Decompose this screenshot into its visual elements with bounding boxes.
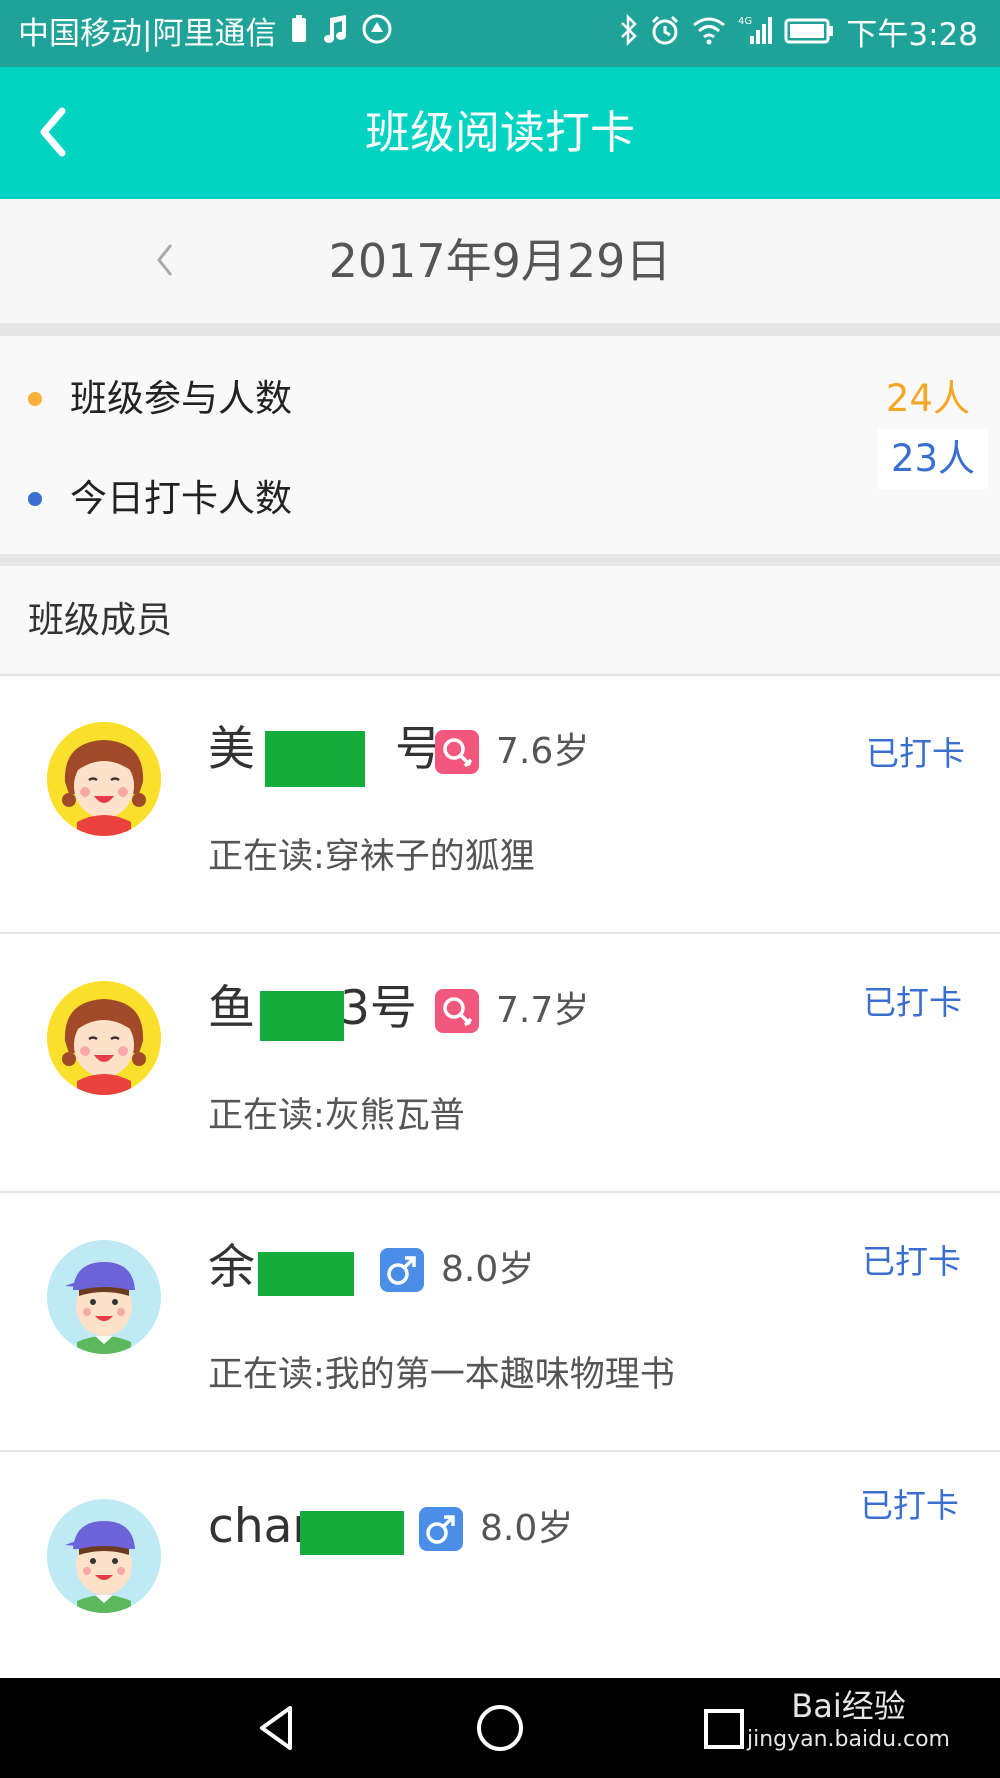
blue-dot-icon [28, 492, 42, 506]
status-bar: 中国移动|阿里通信 4G 下午3:28 [0, 0, 1000, 67]
member-age: 8.0岁 [480, 1508, 574, 1549]
baidu-jingyan-watermark: Bai经验 jingyan.baidu.com [747, 1686, 950, 1754]
nav-recents-button[interactable] [693, 1698, 753, 1758]
stat-label: 今日打卡人数 [70, 477, 292, 520]
divider [0, 554, 1000, 566]
redaction-block [265, 731, 365, 787]
nav-back-button[interactable] [248, 1698, 308, 1758]
boy-avatar-icon [47, 1240, 161, 1354]
nav-home-button[interactable] [470, 1698, 530, 1758]
alarm-icon [650, 14, 680, 56]
stat-value: 24人 [885, 377, 970, 420]
status-left: 中国移动|阿里通信 [18, 14, 392, 54]
square-recents-icon [704, 1709, 744, 1749]
status-right: 4G 下午3:28 [620, 13, 978, 56]
list-item[interactable]: 余 8.0岁 已打卡 正在读:我的第一本趣味物理书 [0, 1195, 1000, 1452]
watermark-url: jingyan.baidu.com [746, 1727, 950, 1752]
stat-row-checked-in: 今日打卡人数 23人 [0, 429, 1000, 536]
section-title: 班级成员 [28, 600, 173, 641]
svg-text:4G: 4G [738, 16, 752, 27]
list-item[interactable]: 美号 7.6岁 已打卡 正在读:穿袜子的狐狸 [0, 677, 1000, 934]
male-icon [419, 1507, 463, 1551]
member-name-suffix: 3号 [340, 981, 417, 1036]
reading-book: 正在读:我的第一本趣味物理书 [208, 1355, 675, 1395]
female-icon [435, 730, 479, 774]
checkin-status: 已打卡 [862, 1242, 961, 1281]
member-age: 8.0岁 [441, 1249, 535, 1290]
member-name: 余 [208, 1235, 255, 1301]
redaction-block [300, 1511, 404, 1555]
stat-label: 班级参与人数 [70, 377, 292, 420]
divider [0, 323, 1000, 336]
stat-row-participants: 班级参与人数 24人 [0, 336, 1000, 436]
member-age: 7.7岁 [496, 990, 590, 1031]
app-notification-icon [362, 14, 392, 54]
boy-avatar-icon [47, 1499, 161, 1613]
checkin-status: 已打卡 [866, 734, 965, 773]
checkin-status: 已打卡 [863, 983, 962, 1022]
female-icon [435, 989, 479, 1033]
list-item[interactable]: 鱼 3号 7.7岁 已打卡 正在读:灰熊瓦普 [0, 936, 1000, 1193]
triangle-back-icon [260, 1706, 292, 1750]
date-bar: 2017年9月29日 [0, 199, 1000, 323]
member-age: 7.6岁 [496, 731, 590, 772]
music-note-icon [322, 14, 348, 54]
girl-avatar-icon [47, 722, 161, 836]
app-header: 班级阅读打卡 [0, 67, 1000, 199]
status-time: 下午3:28 [846, 17, 978, 53]
redaction-block [260, 991, 344, 1041]
circle-home-icon [477, 1705, 523, 1751]
stat-value: 23人 [878, 429, 988, 489]
page-title: 班级阅读打卡 [364, 106, 635, 159]
carrier-label: 中国移动|阿里通信 [18, 16, 277, 52]
redaction-block [258, 1252, 354, 1296]
stats-panel: 班级参与人数 24人 今日打卡人数 23人 [0, 336, 1000, 554]
member-name-prefix: char [208, 1499, 312, 1554]
member-name-prefix: 鱼 [208, 981, 255, 1036]
male-icon [380, 1248, 424, 1292]
reading-book: 正在读:穿袜子的狐狸 [208, 837, 535, 877]
watermark-logo: Bai经验 [791, 1687, 906, 1725]
list-item[interactable]: char 8.0岁 已打卡 [0, 1454, 1000, 1678]
member-name-prefix: 余 [208, 1240, 255, 1295]
member-name-prefix: 美 [208, 722, 255, 777]
members-section-header: 班级成员 [0, 566, 1000, 676]
bluetooth-icon [620, 13, 638, 56]
battery-icon [784, 15, 834, 55]
checkin-status: 已打卡 [860, 1486, 959, 1525]
member-name: char [208, 1494, 312, 1560]
battery-saver-icon [290, 14, 308, 54]
orange-dot-icon [28, 392, 42, 406]
wifi-icon [692, 15, 726, 55]
reading-book: 正在读:灰熊瓦普 [208, 1096, 465, 1136]
system-nav-bar: Bai经验 jingyan.baidu.com [0, 1678, 1000, 1778]
girl-avatar-icon [47, 981, 161, 1095]
current-date: 2017年9月29日 [328, 234, 672, 288]
signal-4g-icon: 4G [738, 14, 773, 56]
